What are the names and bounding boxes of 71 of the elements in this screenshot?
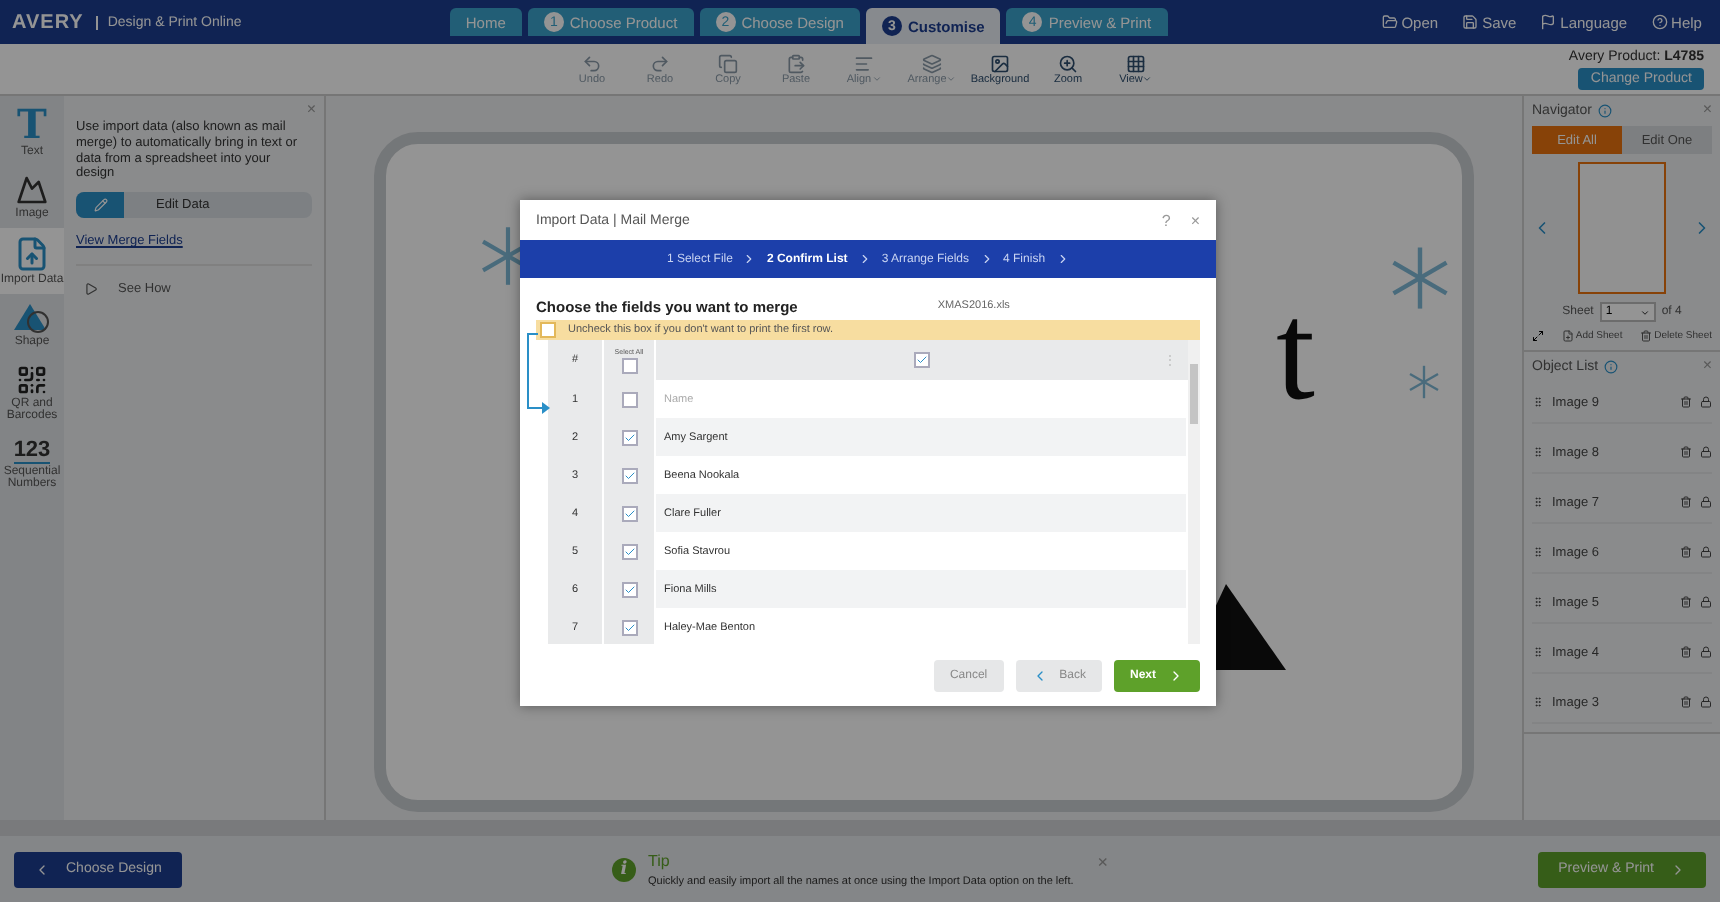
snowflake-icon [1406, 364, 1442, 400]
import-icon [14, 236, 50, 272]
trash-icon[interactable] [1680, 396, 1692, 408]
folder-icon [1381, 14, 1398, 30]
tool-icon [582, 53, 602, 73]
info-icon: i [611, 857, 636, 881]
info-icon [1597, 104, 1612, 118]
close-button[interactable]: × [306, 100, 316, 118]
tool-icon [1058, 53, 1078, 73]
trash-icon[interactable] [1680, 546, 1692, 558]
chevron-right-icon [979, 252, 994, 266]
qr-code-icon [16, 364, 48, 396]
caret-icon [871, 74, 882, 84]
select-all-checkbox[interactable] [621, 357, 637, 373]
row-checkbox[interactable] [621, 505, 637, 521]
row-checkbox[interactable] [621, 581, 637, 597]
tool-icon [1126, 53, 1146, 73]
trash-icon[interactable] [1680, 496, 1692, 508]
edit-icon [93, 198, 107, 213]
chevron-right-icon [1670, 861, 1686, 877]
snowflake-icon [1386, 244, 1454, 312]
lock-icon[interactable] [1700, 446, 1712, 458]
row-checkbox[interactable] [621, 467, 637, 483]
chevron-right-icon [1168, 668, 1184, 684]
chevron-right-icon [857, 252, 872, 266]
add-icon [1561, 330, 1574, 342]
lock-icon[interactable] [1700, 646, 1712, 658]
close-button[interactable]: × [1702, 100, 1712, 118]
label-text: t [1276, 284, 1315, 424]
text-tool-icon: T [17, 104, 47, 144]
image-icon [16, 174, 48, 206]
row-checkbox[interactable] [621, 391, 637, 407]
flag-icon [1540, 14, 1557, 30]
lock-icon[interactable] [1700, 496, 1712, 508]
tool-icon [650, 53, 670, 73]
chevron-right-icon [742, 252, 757, 266]
lock-icon[interactable] [1700, 546, 1712, 558]
close-button[interactable]: × [1702, 356, 1712, 374]
tool-icon [922, 53, 942, 73]
caret-icon [1142, 74, 1153, 84]
first-row-checkbox[interactable] [540, 322, 556, 338]
info-icon [1604, 360, 1619, 374]
trash-icon[interactable] [1680, 696, 1692, 708]
row-checkbox[interactable] [621, 619, 637, 635]
close-button[interactable]: × [1190, 211, 1200, 229]
trash-icon [1640, 330, 1653, 342]
tool-icon [990, 53, 1010, 73]
help-icon [1651, 14, 1668, 30]
tip-title: Tip [647, 851, 672, 869]
lock-icon[interactable] [1700, 596, 1712, 608]
trash-icon[interactable] [1680, 446, 1692, 458]
caret-icon [946, 74, 957, 84]
help-button[interactable]: ? [1161, 211, 1171, 229]
lock-icon[interactable] [1700, 396, 1712, 408]
tool-icon [718, 53, 738, 73]
chevron-right-icon [1055, 252, 1070, 266]
column-checkbox[interactable] [914, 352, 930, 368]
caret-icon [1639, 307, 1650, 317]
chevron-left-icon [34, 861, 50, 877]
row-checkbox[interactable] [621, 429, 637, 445]
play-icon [84, 282, 98, 297]
trash-icon[interactable] [1680, 646, 1692, 658]
tool-icon [786, 53, 806, 73]
trash-icon[interactable] [1680, 596, 1692, 608]
shape-icon [12, 302, 52, 334]
save-icon [1462, 14, 1479, 30]
sheet-thumbnail[interactable] [1578, 162, 1666, 294]
tool-icon [854, 53, 874, 73]
row-checkbox[interactable] [621, 543, 637, 559]
lock-icon[interactable] [1700, 696, 1712, 708]
logo: AVERY [12, 11, 84, 33]
